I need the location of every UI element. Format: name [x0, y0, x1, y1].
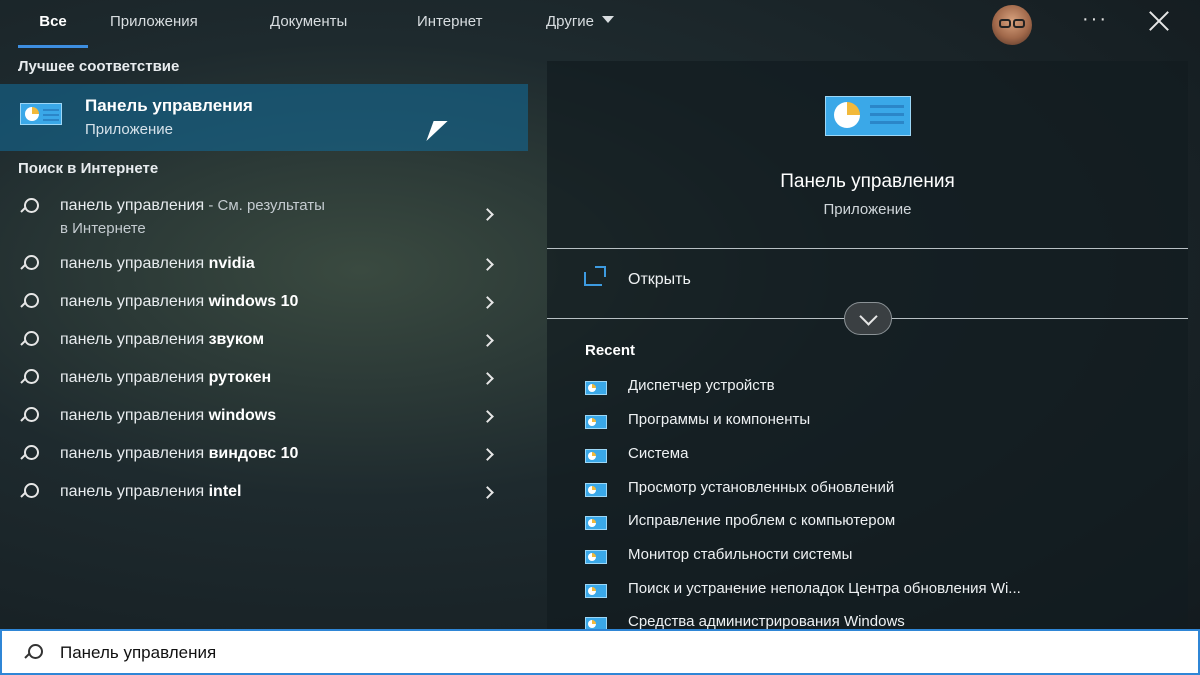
chevron-right-icon: [481, 372, 494, 385]
control-panel-icon: [585, 449, 607, 463]
preview-title: Панель управления: [780, 171, 955, 192]
web-result-subtext: в Интернете: [60, 220, 146, 237]
search-box[interactable]: [0, 629, 1200, 675]
web-result-row[interactable]: панель управления звуком: [0, 321, 528, 359]
search-icon: [20, 293, 39, 311]
recent-item-label: Система: [628, 445, 689, 462]
control-panel-icon: [20, 103, 62, 125]
control-panel-icon: [585, 483, 607, 497]
close-icon[interactable]: [1148, 10, 1170, 32]
web-result-row[interactable]: панель управления windows: [0, 397, 528, 435]
web-result-text: панель управления звуком: [60, 331, 265, 348]
divider: [547, 248, 1188, 249]
tab-all[interactable]: Все: [18, 0, 88, 48]
chevron-right-icon: [481, 448, 494, 461]
recent-item[interactable]: Монитор стабильности системы: [585, 546, 1165, 572]
search-icon: [20, 483, 39, 501]
chevron-right-icon: [481, 258, 494, 271]
recent-heading: Recent: [585, 342, 636, 359]
web-result-row[interactable]: панель управления - См. результаты в Инт…: [0, 192, 528, 242]
recent-item-label: Программы и компоненты: [628, 411, 811, 428]
control-panel-icon: [585, 584, 607, 598]
search-icon: [20, 255, 39, 273]
best-match-title: Панель управления: [85, 96, 253, 115]
search-input[interactable]: [60, 638, 1160, 668]
preview-subtitle: Приложение: [823, 201, 912, 218]
best-match-heading: Лучшее соответствие: [18, 58, 180, 75]
web-result-row[interactable]: панель управления рутокен: [0, 359, 528, 397]
caret-down-icon: [602, 16, 615, 23]
tab-documents[interactable]: Документы: [270, 0, 347, 48]
more-options-icon[interactable]: ···: [1082, 8, 1108, 31]
recent-item-label: Диспетчер устройств: [628, 377, 775, 394]
chevron-right-icon: [481, 486, 494, 499]
chevron-right-icon: [481, 296, 494, 309]
web-result-text: панель управления windows: [60, 407, 277, 424]
recent-item[interactable]: Программы и компоненты: [585, 411, 1165, 437]
search-icon: [20, 445, 39, 463]
recent-item[interactable]: Средства администрирования Windows: [585, 613, 1165, 629]
web-result-text: панель управления windows 10: [60, 293, 299, 310]
chevron-right-icon: [481, 208, 494, 221]
web-result-row[interactable]: панель управления nvidia: [0, 245, 528, 283]
recent-item[interactable]: Диспетчер устройств: [585, 377, 1165, 403]
open-icon[interactable]: [584, 266, 606, 286]
web-result-text: панель управления intel: [60, 483, 242, 500]
web-result-text: панель управления nvidia: [60, 255, 255, 272]
web-result-row[interactable]: панель управления windows 10: [0, 283, 528, 321]
search-icon: [24, 644, 43, 662]
recent-item[interactable]: Исправление проблем с компьютером: [585, 512, 1165, 538]
avatar-glasses-left: [999, 19, 1011, 28]
recent-item[interactable]: Просмотр установленных обновлений: [585, 479, 1165, 505]
tab-other-label: Другие: [546, 13, 595, 30]
web-result-text: панель управления - См. результаты: [60, 197, 325, 214]
control-panel-icon: [585, 617, 607, 629]
chevron-right-icon: [481, 334, 494, 347]
search-icon: [20, 198, 39, 216]
preview-panel: [547, 61, 1188, 629]
best-match-item[interactable]: [0, 84, 528, 151]
control-panel-icon: [585, 415, 607, 429]
recent-item[interactable]: Поиск и устранение неполадок Центра обно…: [585, 580, 1165, 606]
tab-internet[interactable]: Интернет: [417, 0, 482, 48]
search-filter-tabs: Все Приложения Документы Интернет Другие…: [0, 0, 1200, 48]
recent-item-label: Исправление проблем с компьютером: [628, 512, 896, 529]
control-panel-icon: [585, 381, 607, 395]
control-panel-icon: [585, 550, 607, 564]
search-icon: [20, 369, 39, 387]
recent-item-label: Средства администрирования Windows: [628, 613, 905, 629]
search-icon: [20, 331, 39, 349]
avatar-glasses-right: [1013, 19, 1025, 28]
web-result-text: панель управления рутокен: [60, 369, 272, 386]
search-icon: [20, 407, 39, 425]
control-panel-icon: [585, 516, 607, 530]
web-search-heading: Поиск в Интернете: [18, 160, 159, 177]
recent-item[interactable]: Система: [585, 445, 1165, 471]
chevron-right-icon: [481, 410, 494, 423]
web-result-row[interactable]: панель управления виндовс 10: [0, 435, 528, 473]
web-result-row[interactable]: панель управления intel: [0, 473, 528, 511]
web-result-text: панель управления виндовс 10: [60, 445, 299, 462]
tab-other-dropdown[interactable]: Другие: [546, 0, 615, 48]
expand-button[interactable]: [844, 302, 892, 335]
windows-search-panel: Все Приложения Документы Интернет Другие…: [0, 0, 1200, 675]
best-match-subtitle: Приложение: [85, 121, 173, 138]
recent-item-label: Поиск и устранение неполадок Центра обно…: [628, 580, 1021, 597]
open-action[interactable]: Открыть: [628, 271, 691, 289]
recent-item-label: Монитор стабильности системы: [628, 546, 853, 563]
recent-item-label: Просмотр установленных обновлений: [628, 479, 895, 496]
tab-apps[interactable]: Приложения: [110, 0, 198, 48]
user-avatar[interactable]: [992, 5, 1032, 45]
control-panel-large-icon: [825, 96, 911, 136]
